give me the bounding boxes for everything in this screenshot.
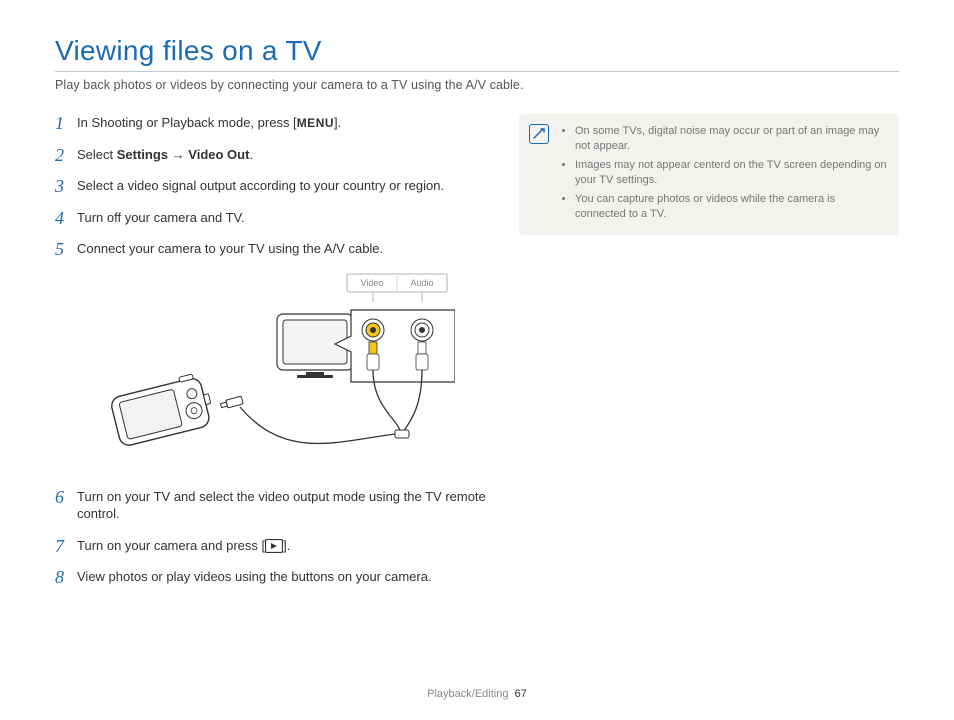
step-7: 7 Turn on your camera and press []. [55,537,491,555]
playback-icon [265,539,283,553]
step-number: 7 [55,534,64,558]
note-item: On some TVs, digital noise may occur or … [575,124,887,155]
step-text-post: ]. [283,538,290,553]
step-number: 6 [55,485,64,509]
footer-section: Playback/Editing [427,688,508,700]
step-text: Turn off your camera and TV. [77,210,245,225]
step-text-post: . [249,147,253,162]
step-number: 3 [55,174,64,198]
note-list: On some TVs, digital noise may occur or … [559,124,887,222]
step-text: Turn on your camera and press [ [77,538,265,553]
step-text: Select [77,147,117,162]
video-label: Video [361,278,384,288]
menu-button-label: MENU [297,116,334,130]
step-text-post: ]. [334,115,341,130]
step-number: 2 [55,143,64,167]
step-number: 5 [55,237,64,261]
steps-column: 1 In Shooting or Playback mode, press [M… [55,114,491,600]
page-footer: Playback/Editing 67 [0,688,954,700]
connection-diagram: Video Audio [55,272,491,472]
note-icon [529,124,549,144]
note-box: On some TVs, digital noise may occur or … [519,114,899,235]
settings-label: Settings [117,147,168,162]
page-title: Viewing files on a TV [55,35,899,67]
step-text: Turn on your TV and select the video out… [77,489,486,522]
step-text: Select a video signal output according t… [77,178,444,193]
page-number: 67 [515,688,527,700]
step-number: 8 [55,565,64,589]
step-5: 5 Connect your camera to your TV using t… [55,240,491,258]
step-1: 1 In Shooting or Playback mode, press [M… [55,114,491,132]
step-text: Connect your camera to your TV using the… [77,241,383,256]
step-2: 2 Select Settings → Video Out. [55,146,491,164]
steps-list: 1 In Shooting or Playback mode, press [M… [55,114,491,258]
step-text: View photos or play videos using the but… [77,569,432,584]
step-4: 4 Turn off your camera and TV. [55,209,491,227]
step-6: 6 Turn on your TV and select the video o… [55,488,491,523]
note-item: Images may not appear centerd on the TV … [575,158,887,189]
title-rule [55,71,899,72]
video-out-label: Video Out [188,147,249,162]
steps-list-continued: 6 Turn on your TV and select the video o… [55,488,491,586]
note-item: You can capture photos or videos while t… [575,192,887,223]
step-3: 3 Select a video signal output according… [55,177,491,195]
page-subtitle: Play back photos or videos by connecting… [55,78,899,92]
step-number: 1 [55,111,64,135]
step-text: In Shooting or Playback mode, press [ [77,115,297,130]
arrow: → [168,147,188,162]
step-number: 4 [55,206,64,230]
audio-label: Audio [410,278,433,288]
step-8: 8 View photos or play videos using the b… [55,568,491,586]
